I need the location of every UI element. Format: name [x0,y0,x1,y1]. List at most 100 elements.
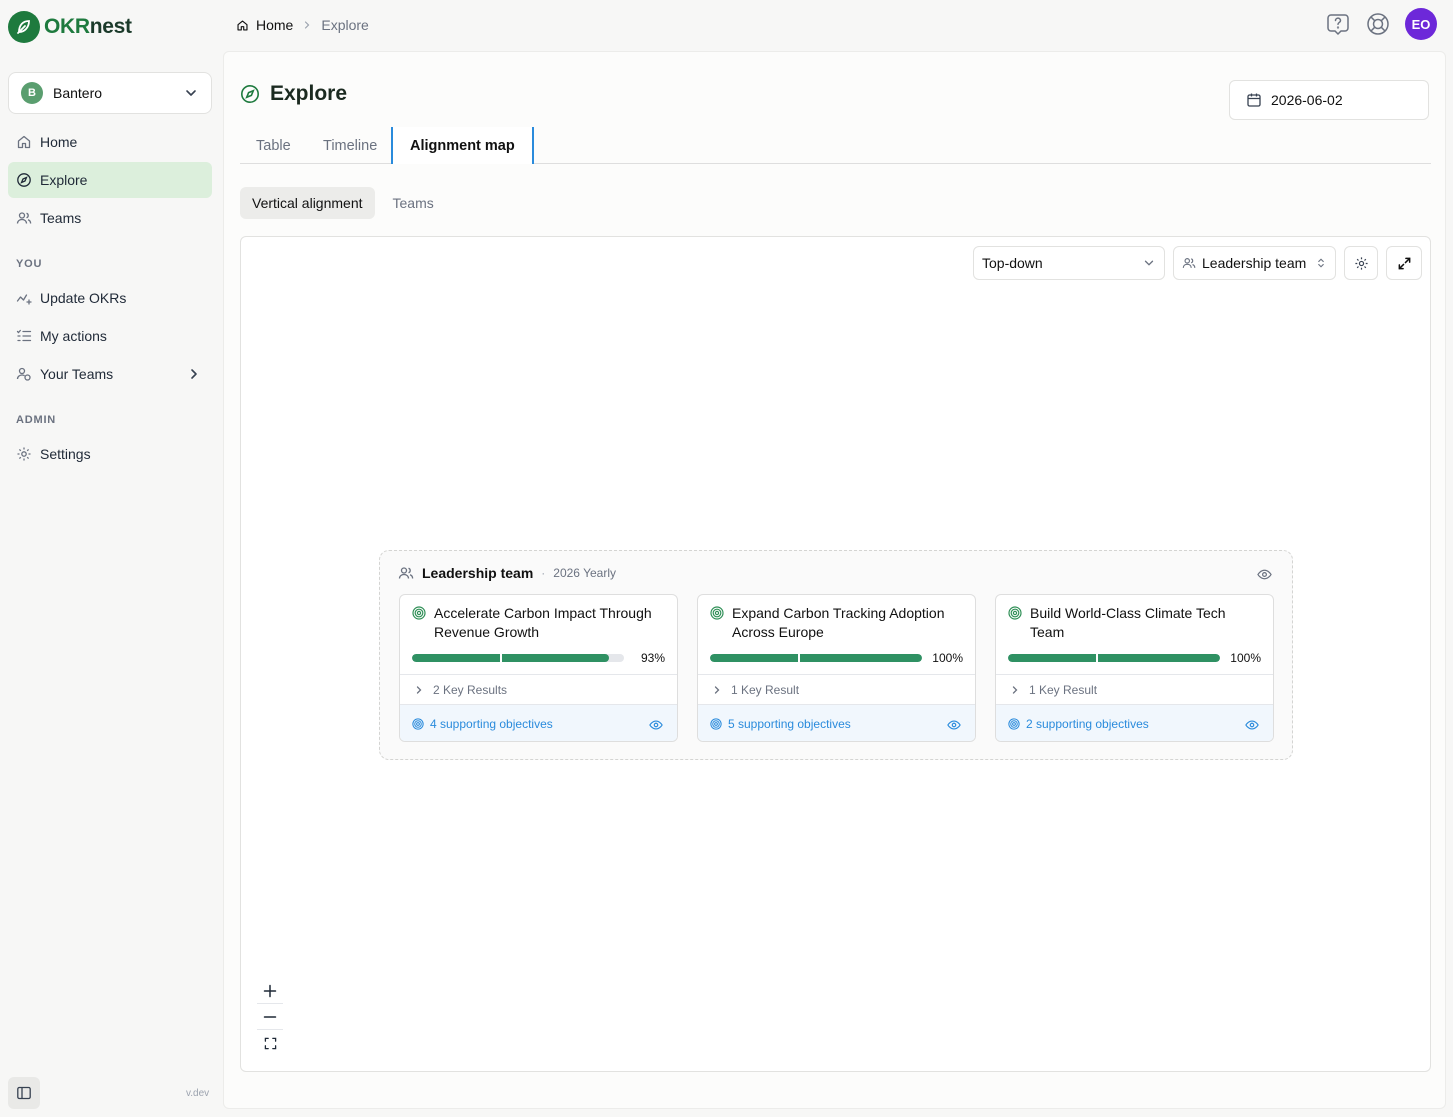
group-header: Leadership team · 2026 Yearly [398,565,616,581]
compass-icon [241,85,259,103]
target-icon [1008,606,1022,620]
app-name: OKRnest [44,15,132,38]
page-title: Explore [240,82,347,106]
breadcrumb-home[interactable]: Home [236,17,293,33]
chevron-down-icon [186,90,196,96]
sidebar-panel-icon [17,1086,31,1100]
progress-row: 93% [412,651,665,665]
chevron-updown-icon [1318,258,1324,268]
breadcrumb-home-label: Home [256,17,294,33]
compass-icon [17,173,31,187]
objective-title-row: Build World-Class Climate Tech Team [1008,604,1263,642]
team-value: Leadership team [1202,255,1307,271]
calendar-icon [1247,93,1261,107]
chevron-down-icon [1144,260,1154,266]
tab-table[interactable]: Table [256,127,291,164]
eye-icon[interactable] [947,718,961,732]
progress-row: 100% [710,651,963,665]
progress-fill [412,654,610,662]
progress-marker [1096,654,1098,662]
target-icon [412,606,426,620]
expand-icon [1398,257,1410,269]
supporting-objectives-count: 5 supporting objectives [728,717,851,731]
subtab-vertical-alignment[interactable]: Vertical alignment [240,187,375,219]
fullscreen-button[interactable] [1386,246,1422,280]
users-icon [398,567,414,579]
target-icon [1008,718,1020,730]
help-icon[interactable] [1325,11,1351,37]
key-results-toggle[interactable]: 2 Key Results [400,674,677,704]
date-picker-button[interactable]: 2026-06-02 [1229,80,1429,120]
chevron-right-icon [305,21,310,29]
supporting-objectives-count: 4 supporting objectives [430,717,553,731]
gear-icon [1354,256,1368,270]
progress-fill [710,654,922,662]
chevron-right-icon [191,369,197,379]
zoom-out-button[interactable] [257,1004,283,1030]
fit-view-button[interactable] [257,1030,283,1056]
top-actions: EO [1325,8,1437,40]
progress-percent: 100% [932,651,963,665]
app-logo[interactable]: OKRnest [8,11,132,43]
sidebar-item-teams[interactable]: Teams [8,200,212,236]
objective-card[interactable]: Accelerate Carbon Impact Through Revenue… [399,594,678,742]
user-group-icon [16,367,31,381]
tab-alignment-map[interactable]: Alignment map [391,127,534,164]
org-name: Bantero [53,85,103,101]
activity-icon [16,294,32,305]
objective-title: Accelerate Carbon Impact Through Revenue… [434,605,652,640]
direction-select[interactable]: Top-down [973,246,1165,280]
progress-percent: 100% [1230,651,1261,665]
progress-bar [412,654,624,662]
map-settings-button[interactable] [1344,246,1378,280]
sidebar-item-label: Update OKRs [40,290,127,306]
zoom-in-button[interactable] [257,978,283,1004]
date-value: 2026-06-02 [1271,92,1343,108]
chevron-right-icon [1012,685,1018,694]
list-check-icon [16,329,32,342]
gear-icon [17,447,31,461]
sidebar-item-settings[interactable]: Settings [8,436,212,472]
eye-icon[interactable] [1257,567,1272,582]
sidebar-item-your-teams[interactable]: Your Teams [8,356,212,392]
user-avatar[interactable]: EO [1405,8,1437,40]
eye-icon[interactable] [649,718,663,732]
group-period: 2026 Yearly [553,566,616,580]
plus-icon [263,984,277,997]
subtab-teams[interactable]: Teams [381,187,446,219]
key-results-toggle[interactable]: 1 Key Result [996,674,1273,704]
progress-row: 100% [1008,651,1261,665]
eye-icon[interactable] [1245,718,1259,732]
objective-card[interactable]: Build World-Class Climate Tech Team 100%… [995,594,1274,742]
group-separator: · [541,566,546,580]
section-you-heading: YOU [16,258,43,270]
sidebar-item-home[interactable]: Home [8,124,212,160]
supporting-objectives-link[interactable]: 5 supporting objectives [698,704,975,741]
progress-marker [798,654,800,662]
supporting-objectives-link[interactable]: 4 supporting objectives [400,704,677,741]
key-results-toggle[interactable]: 1 Key Result [698,674,975,704]
org-switcher[interactable]: B Bantero [8,72,212,114]
team-select[interactable]: Leadership team [1173,246,1336,280]
support-lifebuoy-icon[interactable] [1365,11,1391,37]
users-icon [16,212,32,224]
sidebar-item-explore[interactable]: Explore [8,162,212,198]
sidebar-item-my-actions[interactable]: My actions [8,318,212,354]
supporting-objectives-link[interactable]: 2 supporting objectives [996,704,1273,741]
direction-value: Top-down [982,255,1043,271]
sidebar-toggle-button[interactable] [8,1077,40,1109]
objective-card[interactable]: Expand Carbon Tracking Adoption Across E… [697,594,976,742]
sidebar: OKRnest B Bantero Home Explore Teams YOU… [0,0,222,1117]
alignment-map-canvas[interactable]: Top-down Leadership team Leadership team… [240,236,1431,1072]
home-icon [237,19,248,31]
tab-timeline[interactable]: Timeline [323,127,377,164]
target-icon [412,718,424,730]
team-group-leadership: Leadership team · 2026 Yearly Accelerate… [379,550,1293,760]
home-icon [17,135,31,149]
zoom-controls [257,978,283,1056]
sidebar-item-label: Your Teams [40,366,114,382]
objective-title: Build World-Class Climate Tech Team [1030,605,1226,640]
objective-title: Expand Carbon Tracking Adoption Across E… [732,605,945,640]
sidebar-item-label: Explore [40,172,88,188]
sidebar-item-update-okrs[interactable]: Update OKRs [8,280,212,316]
